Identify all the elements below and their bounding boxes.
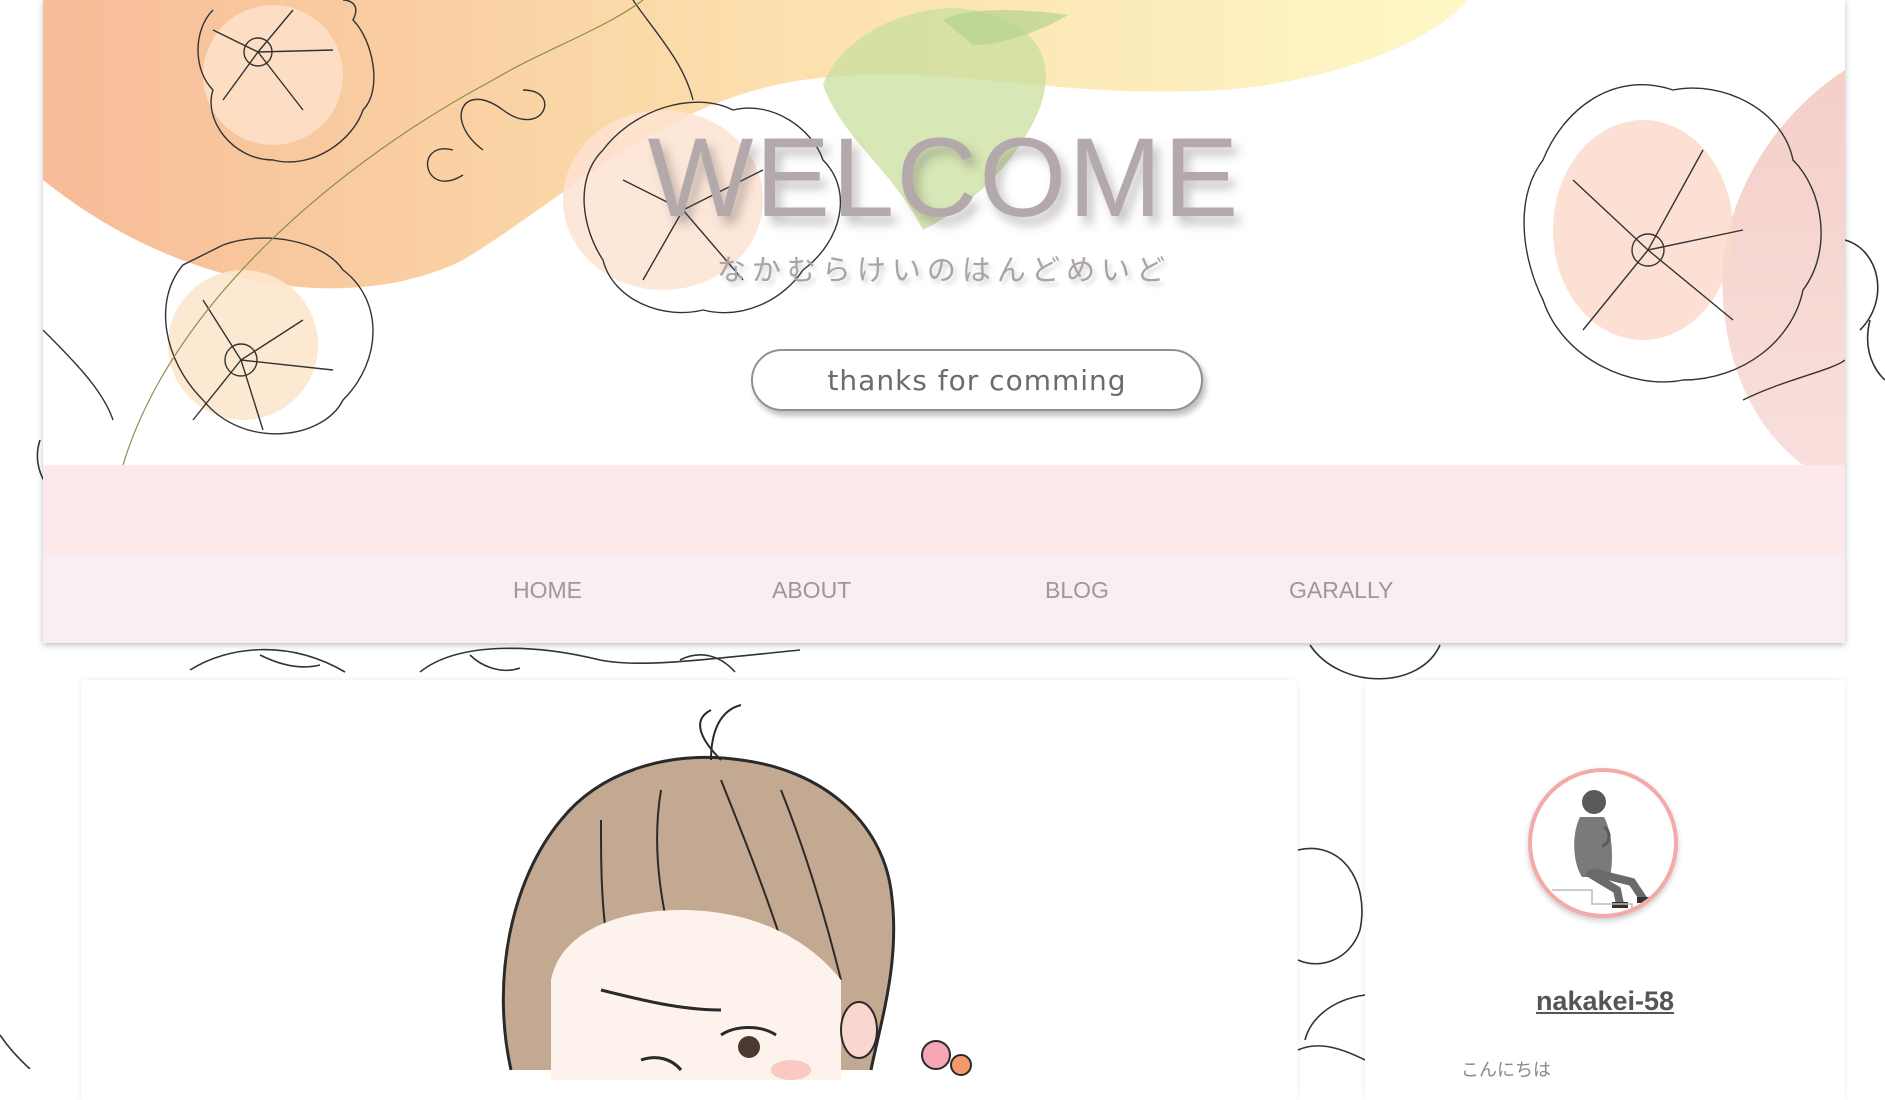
profile-username[interactable]: nakakei-58 (1365, 986, 1845, 1017)
thanks-button[interactable]: thanks for comming (751, 349, 1203, 411)
profile-bio: こんにちは (1461, 1060, 1551, 1081)
main-content-card (81, 680, 1297, 1100)
avatar[interactable] (1528, 768, 1678, 918)
profile-card: nakakei-58 こんにちは (1365, 680, 1845, 1100)
nav-item-about[interactable]: ABOUT (772, 577, 851, 604)
nav-item-garally[interactable]: GARALLY (1289, 577, 1393, 604)
site-header: WELCOME なかむらけいのはんどめいど thanks for comming… (43, 0, 1845, 643)
welcome-title: WELCOME (647, 115, 1241, 240)
site-subtitle: なかむらけいのはんどめいど (716, 253, 1172, 287)
hero-banner: WELCOME なかむらけいのはんどめいど thanks for comming (43, 0, 1845, 465)
nav-item-home[interactable]: HOME (513, 577, 582, 604)
person-sitting-illustration (1552, 790, 1655, 914)
girl-illustration (501, 704, 972, 1080)
main-nav: HOME ABOUT BLOG GARALLY (43, 465, 1845, 643)
nav-item-blog[interactable]: BLOG (1045, 577, 1109, 604)
